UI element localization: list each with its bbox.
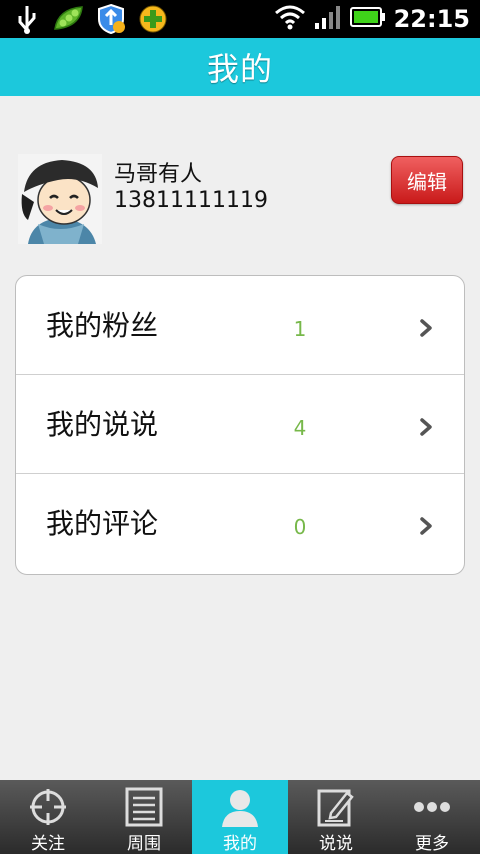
bottom-nav: 关注 周围 我的 说说 更多 bbox=[0, 780, 480, 854]
nav-item-mine[interactable]: 我的 bbox=[192, 780, 288, 854]
security-shield-icon bbox=[94, 3, 128, 35]
chevron-right-icon bbox=[420, 418, 432, 436]
status-bar-notifications bbox=[10, 3, 170, 35]
avatar[interactable] bbox=[18, 154, 102, 244]
profile-name: 马哥有人 bbox=[114, 162, 203, 187]
profile-phone: 13811111119 bbox=[114, 188, 268, 213]
signal-icon bbox=[314, 4, 342, 34]
nav-item-posts[interactable]: 说说 bbox=[288, 780, 384, 854]
list-item-count: 0 bbox=[293, 515, 307, 539]
list-item-label: 我的评论 bbox=[46, 507, 159, 540]
nav-label: 周围 bbox=[127, 834, 161, 854]
list-item-count: 4 bbox=[293, 416, 307, 440]
usb-icon bbox=[10, 3, 44, 35]
edit-button[interactable]: 编辑 bbox=[391, 156, 463, 204]
nav-item-follow[interactable]: 关注 bbox=[0, 780, 96, 854]
profile-menu-list: 我的粉丝 1 我的说说 4 我的评论 0 bbox=[15, 275, 465, 575]
chevron-right-icon bbox=[420, 319, 432, 337]
list-icon bbox=[123, 786, 165, 827]
status-bar-system: 22:15 bbox=[274, 0, 470, 38]
wifi-icon bbox=[274, 4, 306, 34]
nav-item-nearby[interactable]: 周围 bbox=[96, 780, 192, 854]
peas-app-icon bbox=[52, 3, 86, 35]
title-bar: 我的 bbox=[0, 38, 480, 96]
list-item-comments[interactable]: 我的评论 0 bbox=[16, 474, 464, 573]
page-title: 我的 bbox=[206, 50, 273, 88]
nav-label: 更多 bbox=[415, 834, 449, 854]
list-item-label: 我的粉丝 bbox=[46, 309, 159, 342]
list-item-count: 1 bbox=[293, 317, 307, 341]
user-icon bbox=[219, 786, 261, 827]
compose-icon bbox=[315, 786, 357, 827]
nav-item-more[interactable]: 更多 bbox=[384, 780, 480, 854]
nav-label: 说说 bbox=[319, 834, 353, 854]
nav-label: 我的 bbox=[223, 834, 257, 854]
plus-app-icon bbox=[136, 3, 170, 35]
battery-icon bbox=[349, 6, 386, 32]
status-bar: 22:15 bbox=[0, 0, 480, 38]
list-item-fans[interactable]: 我的粉丝 1 bbox=[16, 276, 464, 375]
list-item-label: 我的说说 bbox=[46, 408, 159, 441]
chevron-right-icon bbox=[420, 517, 432, 535]
list-item-posts[interactable]: 我的说说 4 bbox=[16, 375, 464, 474]
more-dots-icon bbox=[411, 786, 453, 827]
nav-label: 关注 bbox=[31, 834, 65, 854]
crosshair-icon bbox=[27, 786, 69, 827]
status-time: 22:15 bbox=[393, 5, 470, 33]
